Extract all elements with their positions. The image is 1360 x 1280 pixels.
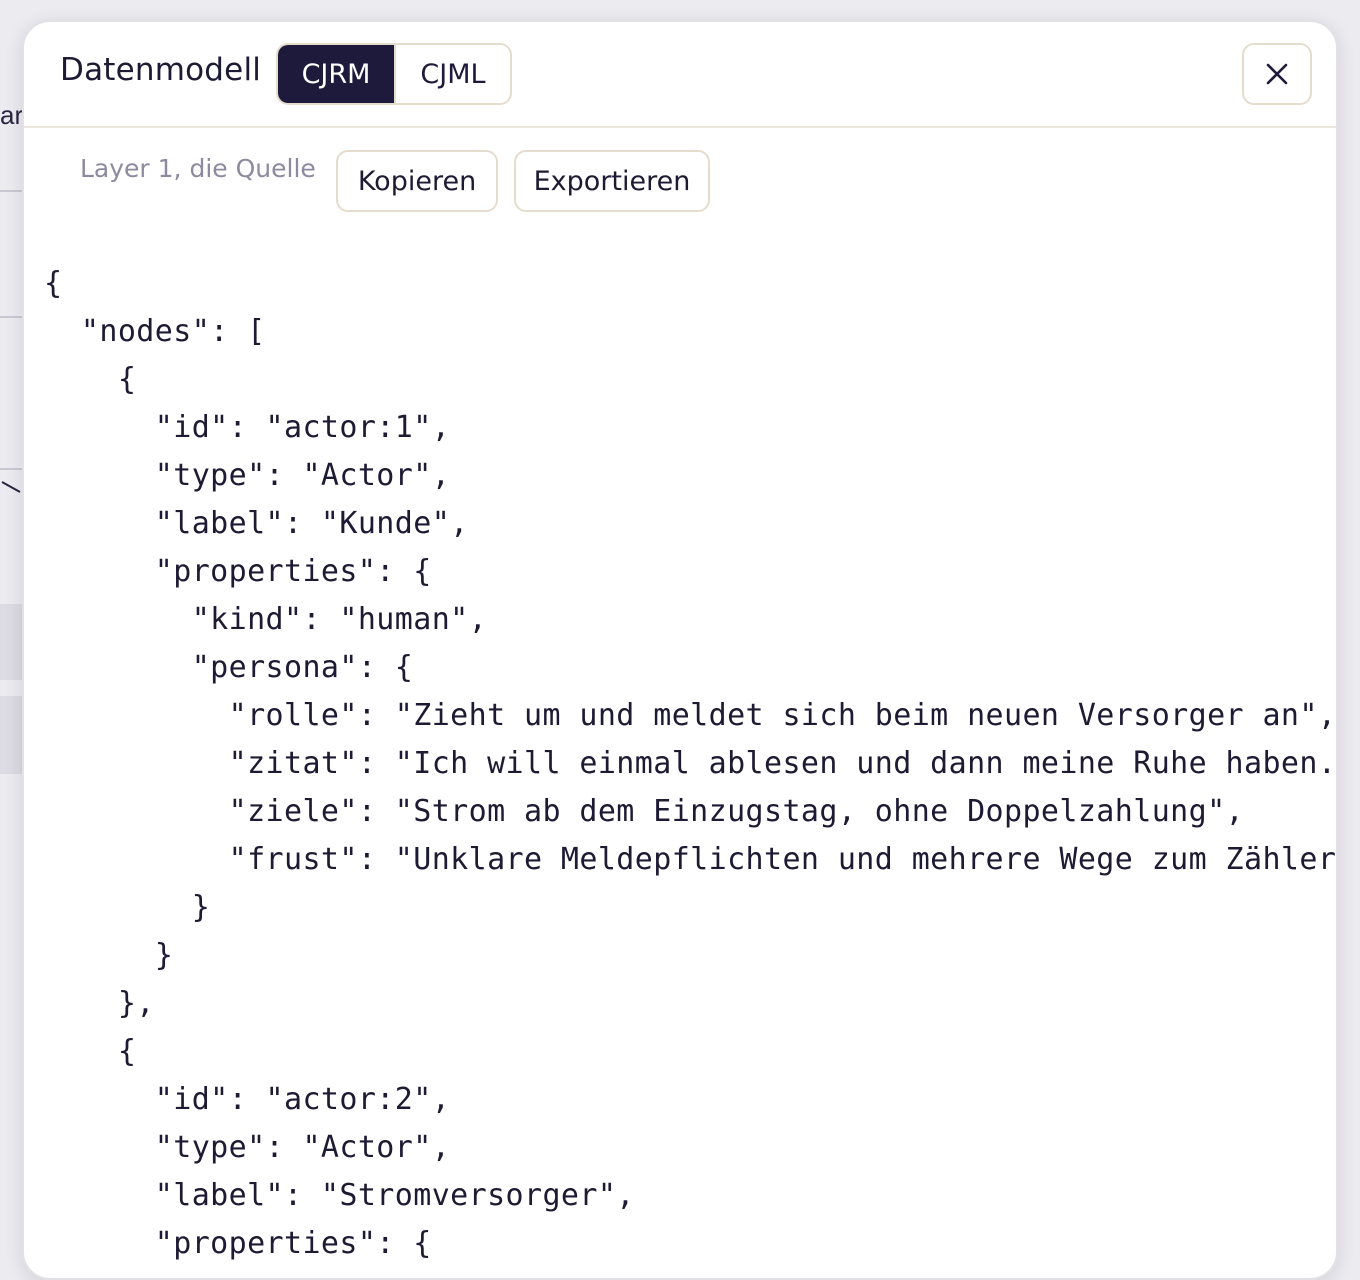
code-line: "nodes": [	[44, 314, 266, 349]
background-divider	[0, 316, 22, 318]
tab-cjml[interactable]: CJML	[394, 45, 510, 103]
code-line: {	[44, 1034, 137, 1069]
code-line: {	[44, 266, 63, 301]
copy-button[interactable]: Kopieren	[336, 150, 498, 212]
code-line: "id": "actor:1",	[44, 410, 451, 445]
data-model-dialog: Datenmodell CJRM CJML Layer 1, die Quell…	[22, 20, 1338, 1280]
code-line: }	[44, 938, 174, 973]
code-line: "kind": "human",	[44, 602, 488, 637]
dialog-title: Datenmodell	[60, 52, 262, 88]
code-line: "label": "Stromversorger",	[44, 1178, 635, 1213]
code-line: "persona": {	[44, 650, 414, 685]
code-line: "ziele": "Strom ab dem Einzugstag, ohne …	[44, 794, 1244, 829]
code-line: "type": "Actor",	[44, 458, 451, 493]
code-line: },	[44, 986, 155, 1021]
code-line: {	[44, 362, 137, 397]
code-line: "properties": {	[44, 1226, 432, 1261]
code-line: "label": "Kunde",	[44, 506, 469, 541]
background-divider	[0, 468, 22, 470]
code-line: "type": "Actor",	[44, 1130, 451, 1165]
code-line: "rolle": "Zieht um und meldet sich beim …	[44, 698, 1337, 733]
layer-label: Layer 1, die Quelle	[80, 154, 316, 183]
close-button[interactable]	[1242, 43, 1312, 105]
background-app-text: ar	[0, 100, 24, 130]
dialog-header: Datenmodell CJRM CJML	[24, 22, 1336, 128]
json-code-view[interactable]: { "nodes": [ { "id": "actor:1", "type": …	[44, 260, 1338, 1268]
background-connector-line	[1, 481, 21, 493]
code-line: "frust": "Unklare Meldepflichten und meh…	[44, 842, 1338, 877]
background-panel	[0, 696, 22, 774]
export-button[interactable]: Exportieren	[514, 150, 710, 212]
code-line: }	[44, 890, 211, 925]
background-divider	[0, 190, 22, 192]
tab-cjrm[interactable]: CJRM	[278, 45, 394, 103]
format-toggle: CJRM CJML	[276, 43, 512, 105]
code-line: "id": "actor:2",	[44, 1082, 451, 1117]
background-panel	[0, 604, 22, 680]
close-icon	[1266, 63, 1288, 85]
code-line: "properties": {	[44, 554, 432, 589]
code-line: "zitat": "Ich will einmal ablesen und da…	[44, 746, 1338, 781]
